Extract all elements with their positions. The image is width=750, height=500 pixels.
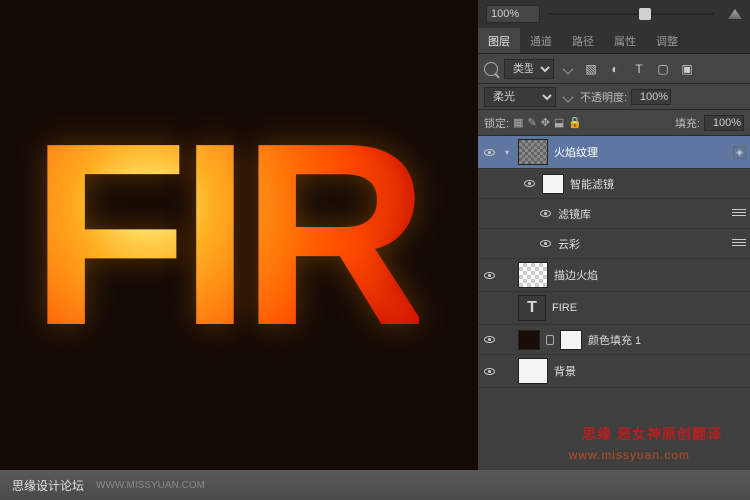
layer-name: 背景 xyxy=(554,363,746,379)
filter-mask-thumbnail[interactable] xyxy=(542,174,564,194)
mask-thumbnail[interactable] xyxy=(560,330,582,350)
tab-adjustments[interactable]: 调整 xyxy=(646,28,688,53)
visibility-toggle[interactable] xyxy=(482,268,496,282)
footer-bar: 思缘设计论坛 WWW.MISSYUAN.COM xyxy=(0,470,750,500)
panel-tabs: 图层 通道 路径 属性 调整 xyxy=(478,28,750,54)
smart-object-badge: ◈ xyxy=(733,146,746,159)
blend-mode-row: 柔光 不透明度: xyxy=(478,84,750,110)
layer-thumbnail[interactable] xyxy=(518,139,548,165)
link-mask-icon[interactable] xyxy=(546,335,554,345)
filter-shape-icon[interactable]: ▢ xyxy=(654,60,672,78)
visibility-toggle[interactable] xyxy=(522,177,536,191)
layer-fire-text[interactable]: T FIRE xyxy=(478,292,750,325)
canvas-area: FIR xyxy=(0,0,478,470)
filter-adjust-icon[interactable]: ◐ xyxy=(606,60,624,78)
layer-name: 云彩 xyxy=(558,236,726,252)
right-panel: 图层 通道 路径 属性 调整 类型 ▧ ◐ T ▢ ▣ 柔光 不透明度: 锁定:… xyxy=(478,0,750,470)
layer-filter-gallery[interactable]: 滤镜库 xyxy=(478,199,750,229)
layer-name: 滤镜库 xyxy=(558,206,726,222)
lock-row: 锁定: ▦ ✎ ✥ ⬓ 🔒 填充: xyxy=(478,110,750,136)
lock-all-icon[interactable]: 🔒 xyxy=(568,116,582,129)
lock-brush-icon[interactable]: ✎ xyxy=(527,116,536,129)
eye-icon xyxy=(540,240,551,247)
layer-name: 颜色填充 1 xyxy=(588,332,746,348)
layers-list: ▾ 火焰纹理 ◈ 智能滤镜 滤镜库 云彩 描边火焰 xyxy=(478,136,750,470)
filter-pixel-icon[interactable]: ▧ xyxy=(582,60,600,78)
filter-type-icon[interactable]: T xyxy=(630,60,648,78)
footer-brand: 思缘设计论坛 xyxy=(12,477,84,494)
lock-artboard-icon[interactable]: ⬓ xyxy=(554,116,564,129)
zoom-slider[interactable] xyxy=(548,7,714,21)
histogram-icon xyxy=(728,9,742,19)
fill-thumbnail[interactable] xyxy=(518,330,540,350)
visibility-toggle[interactable] xyxy=(482,364,496,378)
layer-thumbnail[interactable] xyxy=(518,262,548,288)
visibility-toggle[interactable] xyxy=(482,145,496,159)
eye-icon xyxy=(484,149,495,156)
layer-name: 火焰纹理 xyxy=(554,144,727,160)
eye-icon xyxy=(484,368,495,375)
layer-flame-texture[interactable]: ▾ 火焰纹理 ◈ xyxy=(478,136,750,169)
watermark-line2: www.missyuan.com xyxy=(569,448,690,462)
filter-smart-icon[interactable]: ▣ xyxy=(678,60,696,78)
zoom-bar xyxy=(478,0,750,28)
eye-icon xyxy=(484,272,495,279)
filter-kind-select[interactable]: 类型 xyxy=(504,59,554,79)
eye-icon xyxy=(484,336,495,343)
opacity-input[interactable] xyxy=(631,89,671,105)
disclosure-toggle[interactable]: ▾ xyxy=(502,147,512,157)
layer-color-fill[interactable]: 颜色填充 1 xyxy=(478,325,750,355)
chevron-down-icon xyxy=(562,63,573,74)
lock-transparent-icon[interactable]: ▦ xyxy=(513,116,523,129)
layer-filter-row: 类型 ▧ ◐ T ▢ ▣ xyxy=(478,54,750,84)
layer-background[interactable]: 背景 xyxy=(478,355,750,388)
blend-mode-select[interactable]: 柔光 xyxy=(484,87,556,107)
tab-channels[interactable]: 通道 xyxy=(520,28,562,53)
layer-name: 描边火焰 xyxy=(554,267,746,283)
zoom-select[interactable] xyxy=(486,5,540,23)
footer-url: WWW.MISSYUAN.COM xyxy=(96,480,205,491)
lock-label: 锁定: xyxy=(484,115,509,131)
fill-input[interactable] xyxy=(704,115,744,131)
chevron-down-icon xyxy=(562,91,573,102)
search-icon xyxy=(484,62,498,76)
fire-text-render: FIR xyxy=(30,86,419,385)
layer-name: FIRE xyxy=(552,302,746,314)
tab-properties[interactable]: 属性 xyxy=(604,28,646,53)
visibility-toggle[interactable] xyxy=(538,207,552,221)
layer-clouds[interactable]: 云彩 xyxy=(478,229,750,259)
layer-stroke-flame[interactable]: 描边火焰 xyxy=(478,259,750,292)
filter-options-icon[interactable] xyxy=(732,239,746,249)
layer-smart-filters[interactable]: 智能滤镜 xyxy=(478,169,750,199)
type-layer-icon: T xyxy=(518,295,546,321)
watermark-line1: 思缘 恶女神原创翻译 xyxy=(582,424,722,444)
tab-layers[interactable]: 图层 xyxy=(478,28,520,53)
eye-icon xyxy=(540,210,551,217)
fill-label: 填充: xyxy=(675,115,700,131)
filter-options-icon[interactable] xyxy=(732,209,746,219)
visibility-toggle[interactable] xyxy=(482,333,496,347)
visibility-toggle[interactable] xyxy=(482,301,496,315)
layer-thumbnail[interactable] xyxy=(518,358,548,384)
layer-name: 智能滤镜 xyxy=(570,176,746,192)
tab-paths[interactable]: 路径 xyxy=(562,28,604,53)
opacity-label: 不透明度: xyxy=(580,89,627,105)
lock-move-icon[interactable]: ✥ xyxy=(541,116,550,129)
visibility-toggle[interactable] xyxy=(538,237,552,251)
eye-icon xyxy=(524,180,535,187)
